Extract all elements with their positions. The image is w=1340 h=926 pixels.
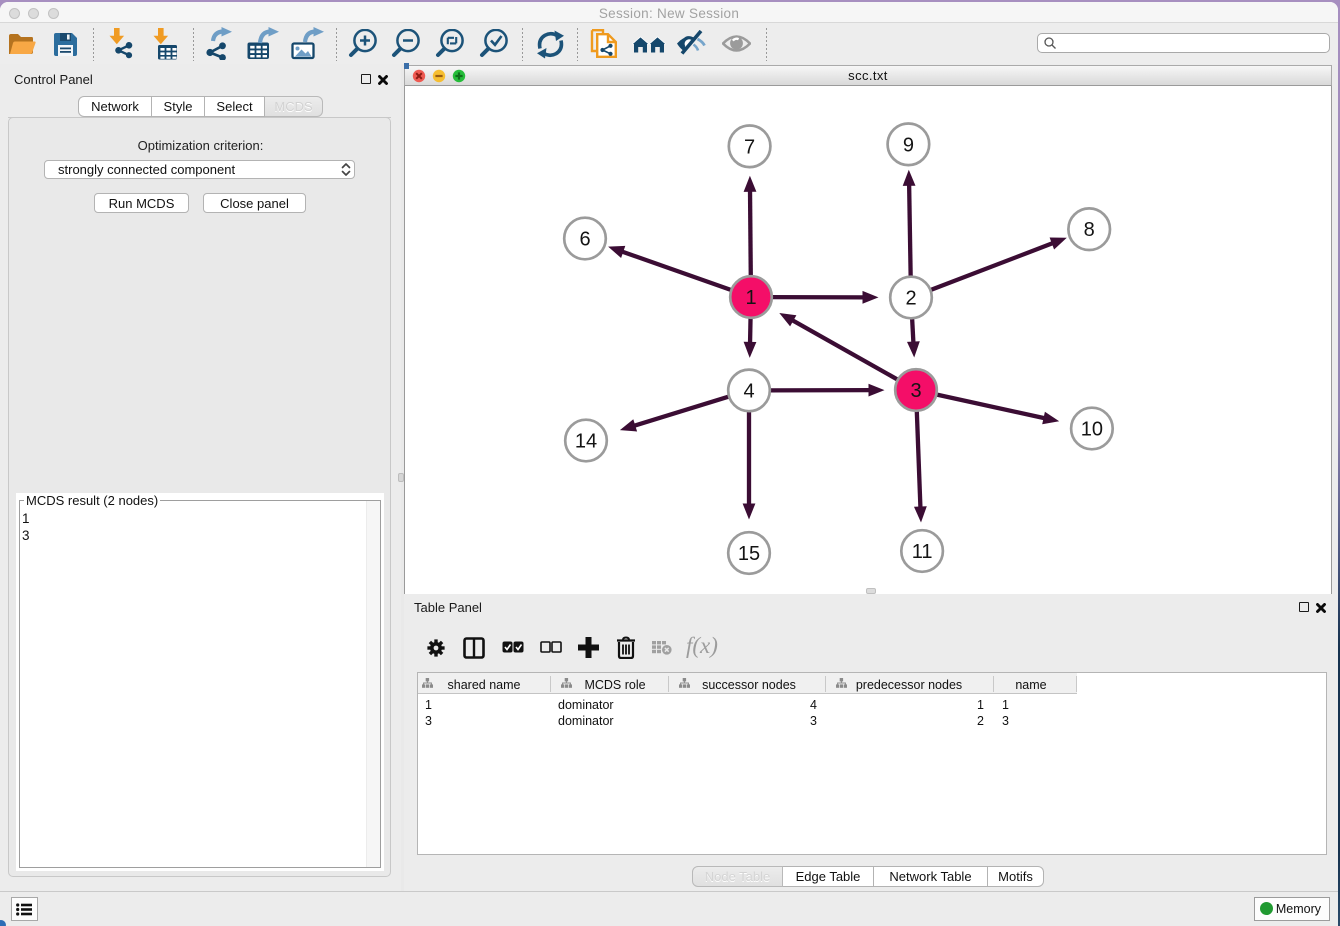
- svg-text:8: 8: [1084, 219, 1095, 241]
- svg-text:11: 11: [912, 541, 933, 563]
- svg-text:2: 2: [905, 288, 916, 310]
- svg-text:4: 4: [743, 380, 754, 402]
- svg-text:9: 9: [903, 134, 914, 156]
- svg-text:1: 1: [745, 287, 756, 309]
- svg-text:14: 14: [575, 431, 597, 453]
- svg-text:10: 10: [1081, 419, 1103, 441]
- svg-text:3: 3: [910, 380, 921, 402]
- svg-text:7: 7: [744, 136, 755, 158]
- svg-text:6: 6: [579, 229, 590, 251]
- svg-text:15: 15: [738, 543, 760, 565]
